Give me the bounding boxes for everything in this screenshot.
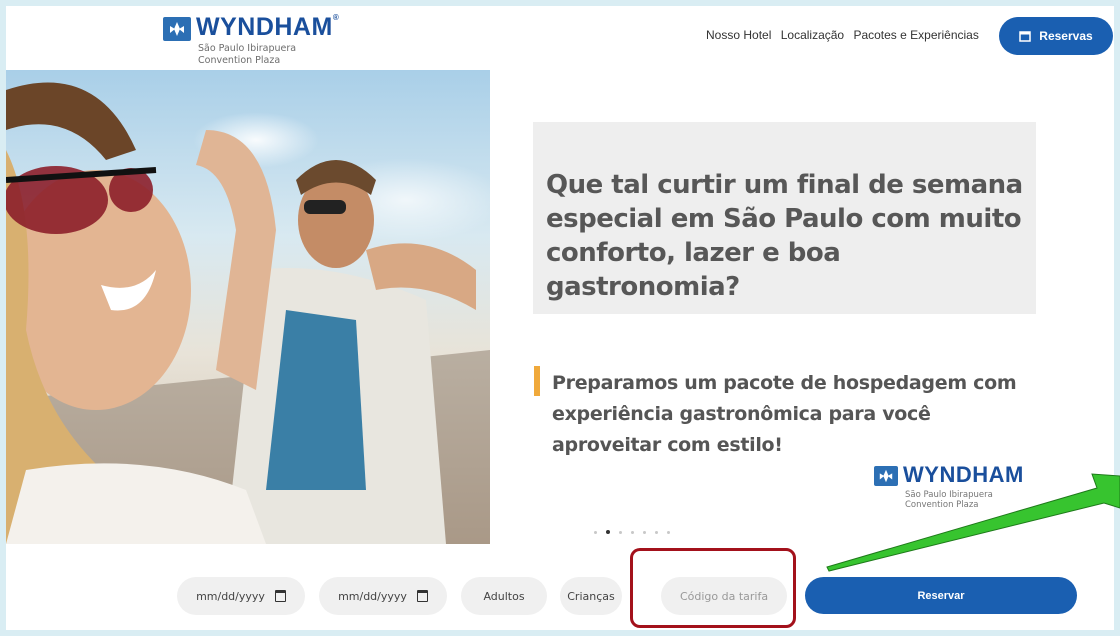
main-nav: Nosso Hotel Localização Pacotes e Experi…: [706, 28, 985, 48]
checkin-date-placeholder: mm/dd/yyyy: [196, 589, 265, 603]
nav-item-pacotes[interactable]: Pacotes e Experiências: [853, 28, 978, 42]
carousel-dots: [594, 528, 670, 536]
reservas-button[interactable]: Reservas: [999, 17, 1113, 55]
checkin-date-input[interactable]: mm/dd/yyyy: [177, 577, 305, 615]
wyndham-logo-secondary: WYNDHAM São Paulo Ibirapuera Convention …: [874, 462, 1044, 514]
carousel-dot[interactable]: [594, 530, 597, 534]
hero-image: [6, 70, 490, 544]
calendar-icon: [1019, 31, 1032, 42]
wyndham-logo-icon: [874, 466, 898, 486]
wyndham-logo-icon: [163, 17, 191, 41]
adultos-select[interactable]: Adultos: [461, 577, 547, 615]
brand-wordmark-secondary: WYNDHAM: [903, 462, 1024, 487]
brand-subtitle-2-secondary: Convention Plaza: [905, 500, 979, 510]
carousel-dot[interactable]: [631, 530, 634, 534]
checkout-date-placeholder: mm/dd/yyyy: [338, 589, 407, 603]
reservas-button-label: Reservas: [1039, 29, 1093, 43]
brand-subtitle-1: São Paulo Ibirapuera: [198, 43, 297, 54]
brand-subtitle-2: Convention Plaza: [198, 55, 281, 66]
wyndham-logo[interactable]: WYNDHAM® São Paulo Ibirapuera Convention…: [163, 13, 363, 69]
nav-item-localizacao[interactable]: Localização: [781, 28, 844, 42]
carousel-dot[interactable]: [619, 530, 622, 534]
checkout-date-input[interactable]: mm/dd/yyyy: [319, 577, 447, 615]
page-frame: WYNDHAM® São Paulo Ibirapuera Convention…: [0, 0, 1120, 636]
criancas-select[interactable]: Crianças: [560, 577, 622, 615]
calendar-icon[interactable]: [416, 590, 428, 602]
page: WYNDHAM® São Paulo Ibirapuera Convention…: [6, 6, 1114, 630]
calendar-icon[interactable]: [274, 590, 286, 602]
carousel-dot[interactable]: [643, 530, 646, 534]
reservar-button[interactable]: Reservar: [805, 577, 1077, 614]
promo-subheadline: Preparamos um pacote de hospedagem com e…: [552, 372, 1017, 456]
promo-headline: Que tal curtir um final de semana especi…: [546, 170, 1023, 302]
accent-bar: [534, 366, 540, 396]
carousel-dot[interactable]: [667, 530, 670, 534]
carousel-dot-active[interactable]: [606, 530, 610, 534]
carousel-dot[interactable]: [655, 530, 658, 534]
brand-wordmark: WYNDHAM®: [196, 13, 340, 41]
annotation-highlight-box: [630, 548, 796, 628]
nav-item-nosso-hotel[interactable]: Nosso Hotel: [706, 28, 771, 42]
brand-subtitle-1-secondary: São Paulo Ibirapuera: [905, 490, 993, 500]
